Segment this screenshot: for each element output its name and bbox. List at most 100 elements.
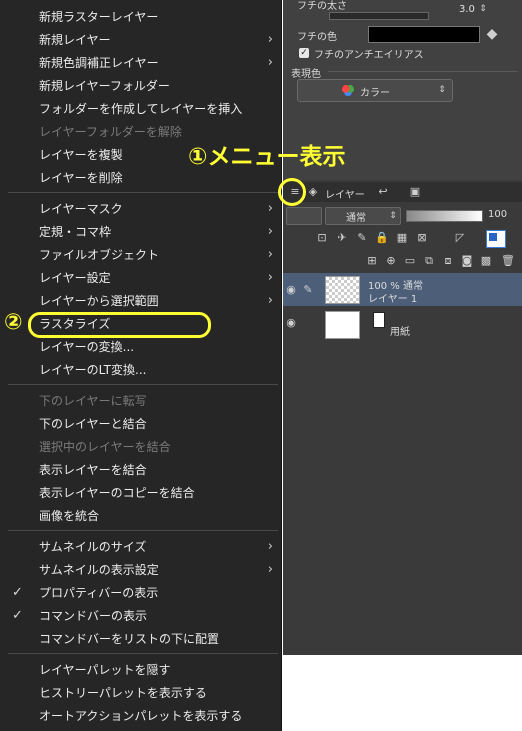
layer-color-button[interactable] <box>286 207 322 225</box>
menu-item-30[interactable]: オートアクションパレットを表示する <box>0 705 281 727</box>
layer-color-icon[interactable] <box>486 230 506 248</box>
layer-panel-area: フチの太さ 3.0 ⇕ フチの色 ◆ ✓ フチのアンチエイリアス 表現色 カラー… <box>283 0 522 655</box>
auto-action-icon[interactable]: ▣ <box>408 185 422 199</box>
blend-arrows-icon: ⇕ <box>389 211 397 221</box>
border-width-slider[interactable] <box>329 12 429 20</box>
lock-icon[interactable]: 🔒 <box>375 231 389 245</box>
transfer-down-icon[interactable]: ⧉ <box>422 254 436 268</box>
menu-item-18[interactable]: 下のレイヤーと結合 <box>0 413 281 435</box>
menu-item-label: ヒストリーパレットを表示する <box>39 686 207 700</box>
menu-item-label: レイヤーを複製 <box>39 148 123 162</box>
layer-row[interactable]: ◉ 用紙 <box>283 306 522 342</box>
reference-layer-icon[interactable]: ✈ <box>335 231 349 245</box>
eye-icon[interactable]: ◉ <box>284 283 298 297</box>
layer-palette-tabs: ≡ ◈ レイヤー ↩ ▣ <box>283 182 522 202</box>
expression-color-dropdown[interactable]: カラー ⇕ <box>297 79 453 102</box>
section-divider <box>328 71 518 72</box>
border-color-swatch[interactable] <box>368 26 480 43</box>
merge-down-icon[interactable]: ⧈ <box>441 254 455 268</box>
menu-item-4[interactable]: 新規レイヤーフォルダー <box>0 75 281 97</box>
history-icon[interactable]: ↩ <box>376 185 390 199</box>
clip-icon[interactable]: ⊡ <box>315 231 329 245</box>
menu-item-13[interactable]: レイヤーから選択範囲 › <box>0 290 281 312</box>
paint-bucket-icon[interactable]: ◆ <box>485 27 499 41</box>
menu-item-17: 下のレイヤーに転写 <box>0 390 281 412</box>
lock-transparent-icon[interactable]: ▦ <box>395 231 409 245</box>
menu-item-19: 選択中のレイヤーを結合 <box>0 436 281 458</box>
eye-icon[interactable]: ◉ <box>284 316 298 330</box>
menu-item-label: オートアクションパレットを表示する <box>39 709 243 723</box>
menu-item-3[interactable]: 新規色調補正レイヤー › <box>0 52 281 74</box>
blend-mode-value: 通常 <box>346 213 366 224</box>
menu-separator <box>8 192 278 193</box>
menu-item-28[interactable]: レイヤーパレットを隠す <box>0 659 281 681</box>
chevron-right-icon: › <box>267 539 273 554</box>
annotation-oval-rasterize <box>28 312 211 338</box>
new-folder-icon[interactable]: ▭ <box>403 254 417 268</box>
expression-color-value: カラー <box>360 88 390 99</box>
menu-item-1[interactable]: 新規ラスターレイヤー <box>0 6 281 28</box>
menu-item-label: レイヤーフォルダーを解除 <box>39 125 182 139</box>
menu-item-label: 画像を統合 <box>39 509 100 523</box>
apply-mask-icon[interactable]: ▩ <box>479 254 493 268</box>
layer-name: レイヤー 1 <box>368 294 418 305</box>
mask-enable-icon[interactable]: ⊠ <box>415 231 429 245</box>
menu-item-16[interactable]: レイヤーのLT変換... <box>0 359 281 381</box>
menu-item-25[interactable]: ✓ プロパティバーの表示 <box>0 582 281 604</box>
menu-item-23[interactable]: サムネイルのサイズ › <box>0 536 281 558</box>
menu-item-11[interactable]: ファイルオブジェクト › <box>0 244 281 266</box>
ruler-enable-icon[interactable]: ◸ <box>453 231 467 245</box>
border-width-label: フチの太さ <box>297 1 347 12</box>
menu-item-10[interactable]: 定規・コマ枠 › <box>0 221 281 243</box>
create-mask-icon[interactable]: ◙ <box>460 254 474 268</box>
border-width-value[interactable]: 3.0 <box>459 4 475 15</box>
menu-separator <box>8 653 278 654</box>
menu-item-22[interactable]: 画像を統合 <box>0 505 281 527</box>
new-raster-layer-icon[interactable]: ⊞ <box>365 254 379 268</box>
menu-item-29[interactable]: ヒストリーパレットを表示する <box>0 682 281 704</box>
draft-layer-icon[interactable]: ✎ <box>355 231 369 245</box>
checkmark-icon: ✓ <box>12 585 23 600</box>
menu-item-label: フォルダーを作成してレイヤーを挿入 <box>39 102 243 116</box>
antialias-checkbox[interactable]: ✓ <box>299 48 309 58</box>
chevron-right-icon: › <box>267 201 273 216</box>
chevron-right-icon: › <box>267 247 273 262</box>
tab-layer[interactable]: レイヤー <box>325 186 365 202</box>
menu-item-26[interactable]: ✓ コマンドバーの表示 <box>0 605 281 627</box>
layers-stack-icon: ◈ <box>308 185 318 198</box>
menu-item-label: コマンドバーの表示 <box>39 609 148 623</box>
menu-item-24[interactable]: サムネイルの表示設定 › <box>0 559 281 581</box>
menu-item-label: サムネイルのサイズ <box>39 540 147 554</box>
opacity-value[interactable]: 100 <box>488 209 507 220</box>
new-vector-layer-icon[interactable]: ⊕ <box>384 254 398 268</box>
menu-item-label: レイヤーパレットを隠す <box>39 663 171 677</box>
layer-thumbnail <box>325 276 360 304</box>
menu-item-5[interactable]: フォルダーを作成してレイヤーを挿入 <box>0 98 281 120</box>
menu-item-15[interactable]: レイヤーの変換... <box>0 336 281 358</box>
annotation-circle-menu-button <box>278 178 306 206</box>
menu-item-label: レイヤー設定 <box>39 271 111 285</box>
menu-item-2[interactable]: 新規レイヤー › <box>0 29 281 51</box>
menu-item-9[interactable]: レイヤーマスク › <box>0 198 281 220</box>
menu-item-label: 新規ラスターレイヤー <box>39 10 159 24</box>
spin-arrows-icon[interactable]: ⇕ <box>476 2 490 16</box>
menu-item-21[interactable]: 表示レイヤーのコピーを結合 <box>0 482 281 504</box>
menu-item-label: 下のレイヤーに転写 <box>39 394 147 408</box>
trash-icon[interactable]: 🗑 <box>501 254 515 268</box>
layer-row[interactable]: ◉ ✎ 100 % 通常 レイヤー 1 <box>283 273 522 306</box>
menu-item-20[interactable]: 表示レイヤーを結合 <box>0 459 281 481</box>
border-color-label: フチの色 <box>297 32 337 43</box>
menu-item-label: 選択中のレイヤーを結合 <box>39 440 171 454</box>
checkmark-icon: ✓ <box>12 608 23 623</box>
menu-item-label: 下のレイヤーと結合 <box>39 417 147 431</box>
menu-item-12[interactable]: レイヤー設定 › <box>0 267 281 289</box>
chevron-right-icon: › <box>267 562 273 577</box>
layer-palette-menu: 新規ラスターレイヤー 新規レイヤー › 新規色調補正レイヤー › 新規レイヤーフォルダーフ… <box>0 0 282 731</box>
menu-item-27[interactable]: コマンドバーをリストの下に配置 <box>0 628 281 650</box>
menu-item-label: 新規レイヤーフォルダー <box>39 79 170 93</box>
menu-item-label: 新規レイヤー <box>39 33 111 47</box>
opacity-slider[interactable] <box>406 210 483 222</box>
chevron-right-icon: › <box>267 32 273 47</box>
paper-thumbnail <box>325 311 360 339</box>
blend-mode-dropdown[interactable]: 通常 ⇕ <box>325 207 401 225</box>
